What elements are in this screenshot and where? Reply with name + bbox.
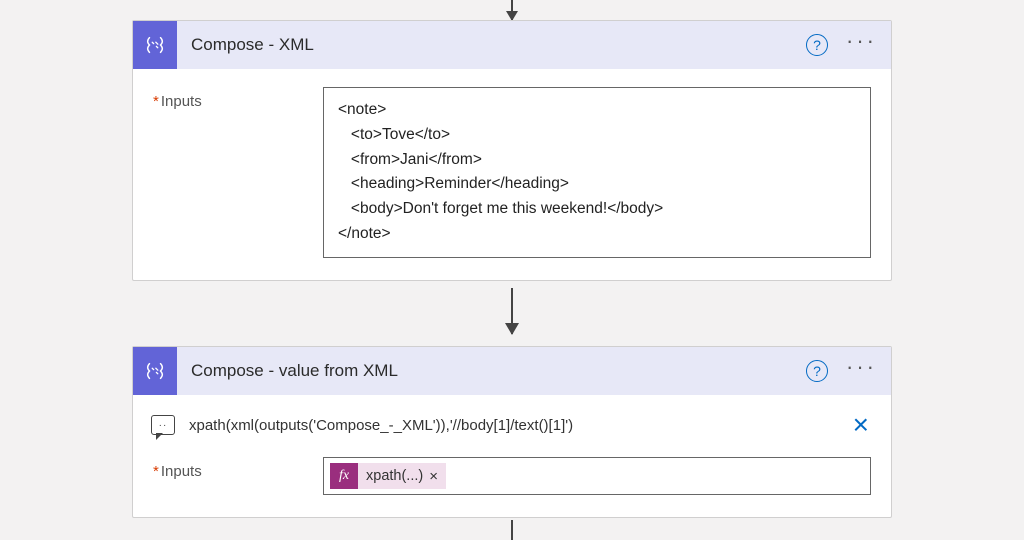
expression-token[interactable]: xpath(...) × — [358, 463, 446, 489]
card-title: Compose - value from XML — [177, 361, 806, 381]
card-body: *Inputs <note> <to>Tove</to> <from>Jani<… — [133, 69, 891, 280]
expression-preview-row: ·· xpath(xml(outputs('Compose_-_XML')),'… — [133, 395, 891, 451]
remove-token-icon[interactable]: × — [429, 468, 438, 485]
card-body: *Inputs fx xpath(...) × — [133, 451, 891, 517]
expression-bubble-icon: ·· — [151, 415, 175, 435]
fx-badge-icon: fx — [330, 463, 358, 489]
card-header[interactable]: Compose - XML ? ··· — [133, 21, 891, 69]
required-marker: * — [153, 93, 159, 110]
inputs-label-text: Inputs — [161, 463, 202, 480]
inputs-label-text: Inputs — [161, 93, 202, 110]
card-title: Compose - XML — [177, 35, 806, 55]
inputs-label: *Inputs — [153, 87, 323, 110]
help-icon[interactable]: ? — [806, 360, 828, 382]
compose-action-icon — [133, 347, 177, 395]
overflow-menu-icon[interactable]: ··· — [846, 36, 877, 54]
inputs-token-field[interactable]: fx xpath(...) × — [323, 457, 871, 495]
connector-arrow-bottom — [511, 520, 513, 540]
required-marker: * — [153, 463, 159, 480]
connector-arrow-top — [511, 0, 513, 20]
inputs-textarea[interactable]: <note> <to>Tove</to> <from>Jani</from> <… — [323, 87, 871, 258]
expression-text: xpath(xml(outputs('Compose_-_XML')),'//b… — [189, 417, 849, 434]
compose-value-from-xml-card: Compose - value from XML ? ··· ·· xpath(… — [132, 346, 892, 518]
compose-xml-card: Compose - XML ? ··· *Inputs <note> <to>T… — [132, 20, 892, 281]
card-header[interactable]: Compose - value from XML ? ··· — [133, 347, 891, 395]
token-label: xpath(...) — [366, 468, 423, 484]
close-expression-icon[interactable]: × — [849, 409, 873, 441]
connector-arrow-middle — [511, 288, 513, 334]
compose-action-icon — [133, 21, 177, 69]
help-icon[interactable]: ? — [806, 34, 828, 56]
overflow-menu-icon[interactable]: ··· — [846, 362, 877, 380]
inputs-label: *Inputs — [153, 457, 323, 480]
